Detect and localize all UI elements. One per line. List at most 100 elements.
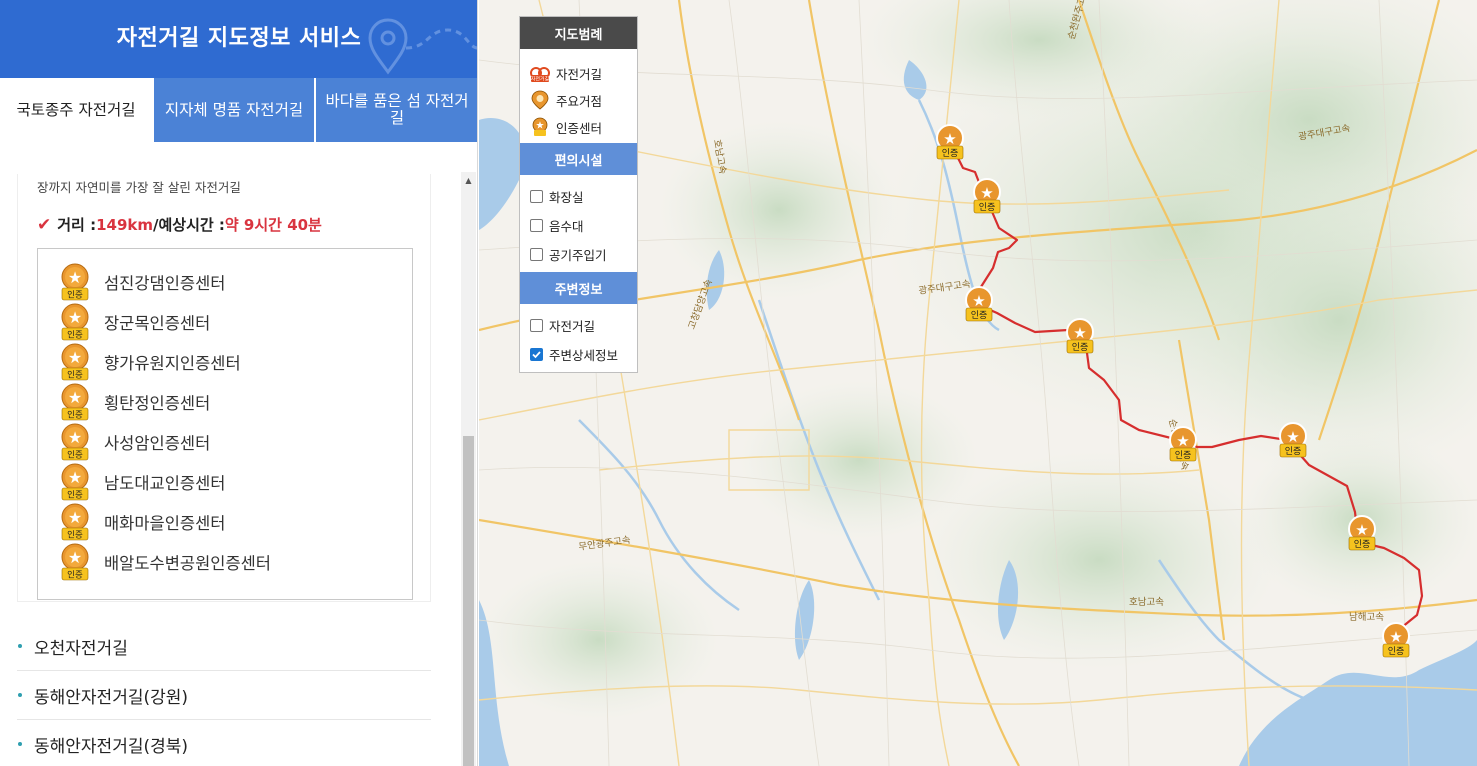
facilities-title: 편의시설 — [520, 143, 637, 175]
cert-badge-label: 인증 — [67, 410, 83, 420]
cert-center-item[interactable]: ★ 인증 향가유원지인증센터 — [60, 342, 400, 382]
route-stats: ✔ 거리 : 149km / 예상시간 : 약 9시간 40분 — [37, 214, 322, 235]
route-description: 장까지 자연미를 가장 잘 살린 자전거길 — [37, 180, 241, 195]
map-cert-marker[interactable]: ★ 인증 — [1382, 622, 1410, 658]
legend-item-bike-route: 자전거길 자전거길 — [530, 61, 602, 85]
map-cert-marker[interactable]: ★ 인증 — [965, 286, 993, 322]
check-icon — [532, 350, 541, 358]
cert-center-item[interactable]: ★ 인증 매화마을인증센터 — [60, 502, 400, 542]
svg-text:★: ★ — [943, 131, 956, 148]
map-cert-marker-label: 인증 — [1354, 539, 1371, 549]
svg-text:★: ★ — [68, 308, 82, 327]
facility-label: 공기주입기 — [549, 247, 607, 263]
cert-badge-label: 인증 — [67, 290, 83, 300]
svg-text:★: ★ — [1176, 433, 1189, 450]
cert-badge-label: 인증 — [67, 370, 83, 380]
facility-water-toggle[interactable]: 음수대 — [530, 213, 584, 237]
scrollbar[interactable]: ▲ — [461, 172, 476, 766]
checkbox-checked[interactable] — [530, 347, 543, 361]
cert-badge-icon: ★ 인증 — [61, 543, 89, 581]
checkbox[interactable] — [530, 189, 543, 203]
checkbox[interactable] — [530, 218, 543, 232]
cert-badge-icon: ★ 인증 — [61, 383, 89, 421]
map-cert-marker[interactable]: ★ 인증 — [1066, 318, 1094, 354]
cert-center-item[interactable]: ★ 인증 장군목인증센터 — [60, 302, 400, 342]
cert-center-item[interactable]: ★ 인증 횡탄정인증센터 — [60, 382, 400, 422]
svg-text:★: ★ — [68, 268, 82, 287]
time-value: 약 9시간 40분 — [224, 216, 322, 234]
route-group-label: 오천자전거길 — [34, 638, 128, 659]
cert-badge-icon: ★ 인증 — [61, 343, 89, 381]
route-group-item[interactable]: 동해안자전거길(강원) — [17, 671, 431, 720]
checkbox[interactable] — [530, 247, 543, 261]
checkbox[interactable] — [530, 318, 543, 332]
legend-item-cert-center: ★ 인증센터 — [530, 115, 602, 139]
cert-center-item[interactable]: ★ 인증 섬진강댐인증센터 — [60, 262, 400, 302]
legend-item-major-point: 주요거점 — [530, 88, 602, 112]
map-pin-icon — [368, 18, 477, 75]
route-list: 장까지 자연미를 가장 잘 살린 자전거길 ✔ 거리 : 149km / 예상시… — [0, 142, 477, 766]
cert-center-item[interactable]: ★ 인증 남도대교인증센터 — [60, 462, 400, 502]
nearby-bike-route-toggle[interactable]: 자전거길 — [530, 313, 595, 337]
route-group-label: 동해안자전거길(강원) — [34, 687, 189, 708]
cert-center-item[interactable]: ★ 인증 배알도수변공원인증센터 — [60, 542, 400, 582]
scroll-up-arrow-icon[interactable]: ▲ — [461, 172, 476, 189]
road-label: 호남고속 — [1129, 597, 1164, 608]
cert-badge-label: 인증 — [67, 450, 83, 460]
cert-center-icon: ★ — [532, 117, 548, 136]
route-group-item[interactable]: 오천자전거길 — [17, 622, 431, 671]
svg-text:★: ★ — [68, 348, 82, 367]
facility-label: 음수대 — [549, 218, 584, 234]
cert-badge-icon: ★ 인증 — [61, 503, 89, 541]
route-group-item[interactable]: 동해안자전거길(경북) — [17, 720, 431, 766]
map-cert-marker-label: 인증 — [1175, 450, 1192, 460]
tab-island-route[interactable]: 바다를 품은 섬 자전거길 — [316, 78, 477, 142]
route-detail-card: 장까지 자연미를 가장 잘 살린 자전거길 ✔ 거리 : 149km / 예상시… — [17, 174, 431, 602]
svg-text:★: ★ — [1355, 522, 1368, 539]
legend-label: 주요거점 — [556, 93, 603, 109]
nearby-title: 주변정보 — [520, 272, 637, 304]
cert-center-item[interactable]: ★ 인증 사성암인증센터 — [60, 422, 400, 462]
cert-badge-icon: ★ 인증 — [61, 463, 89, 501]
cert-center-name: 남도대교인증센터 — [104, 474, 226, 493]
cert-center-name: 배알도수변공원인증센터 — [104, 554, 271, 573]
distance-value: 149km — [96, 215, 153, 234]
scrollbar-thumb[interactable] — [463, 436, 474, 766]
map-cert-marker[interactable]: ★ 인증 — [1169, 426, 1197, 462]
map-cert-marker-label: 인증 — [979, 202, 996, 212]
bullet-icon — [18, 742, 22, 746]
facility-toilet-toggle[interactable]: 화장실 — [530, 184, 584, 208]
map-legend: 지도범례 자전거길 자전거길 주요거점 ★ 인증센터 편의시설 화장실 음수대 … — [519, 16, 638, 373]
cert-badge-icon: ★ 인증 — [61, 303, 89, 341]
map-cert-marker-label: 인증 — [1388, 646, 1405, 656]
map-cert-marker[interactable]: ★ 인증 — [1348, 515, 1376, 551]
map-cert-marker[interactable]: ★ 인증 — [973, 178, 1001, 214]
facility-label: 화장실 — [549, 189, 584, 205]
road-label: 남해고속 — [1349, 611, 1384, 623]
cert-center-name: 횡탄정인증센터 — [104, 394, 211, 413]
svg-text:★: ★ — [1073, 325, 1086, 342]
app-root: 광주대구고속 순천완주고속 호남고속 남해고속 무안광주고속 고창담양고속 호남… — [0, 0, 1477, 766]
cert-center-name: 장군목인증센터 — [104, 314, 211, 333]
check-icon: ✔ — [37, 214, 52, 235]
svg-text:★: ★ — [972, 293, 985, 310]
major-point-icon — [531, 90, 549, 110]
bullet-icon — [18, 644, 22, 648]
svg-text:★: ★ — [68, 548, 82, 567]
svg-text:★: ★ — [980, 185, 993, 202]
nearby-detail-toggle[interactable]: 주변상세정보 — [530, 342, 618, 366]
facility-air-pump-toggle[interactable]: 공기주입기 — [530, 242, 607, 266]
tab-local-route[interactable]: 지자체 명품 자전거길 — [154, 78, 314, 142]
cert-badge-label: 인증 — [67, 530, 83, 540]
bike-route-icon: 자전거길 — [530, 67, 550, 83]
map-cert-marker[interactable]: ★ 인증 — [936, 124, 964, 160]
map-cert-marker[interactable]: ★ 인증 — [1279, 422, 1307, 458]
bike-route-icon-text: 자전거길 — [531, 76, 550, 83]
tab-national-route[interactable]: 국토종주 자전거길 — [0, 78, 152, 142]
cert-badge-label: 인증 — [67, 330, 83, 340]
cert-badge-label: 인증 — [67, 490, 83, 500]
map-cert-marker-label: 인증 — [942, 148, 959, 158]
route-group-label: 동해안자전거길(경북) — [34, 736, 189, 757]
header: 자전거길 지도정보 서비스 — [0, 0, 477, 78]
time-label: 예상시간 : — [158, 216, 225, 234]
